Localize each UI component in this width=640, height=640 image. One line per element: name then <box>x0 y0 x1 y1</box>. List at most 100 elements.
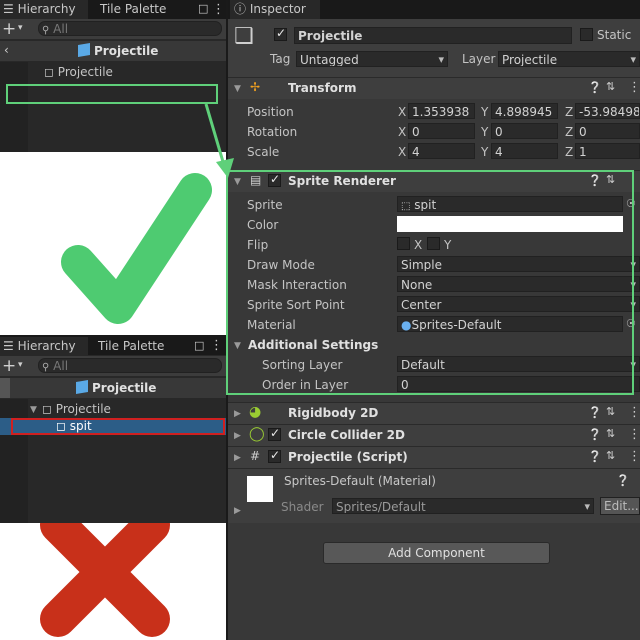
cube-icon: ◻ <box>42 402 52 416</box>
static-label: Static <box>597 28 632 42</box>
script-icon: # <box>250 449 261 463</box>
circle-collider-enabled-checkbox[interactable] <box>268 426 281 441</box>
search-input[interactable]: ⚲ All <box>38 21 222 36</box>
cube-icon: ◻ <box>44 65 54 79</box>
foldout-arrow-icon[interactable]: ▶ <box>234 453 241 463</box>
foldout-arrow-icon[interactable]: ▶ <box>234 409 241 419</box>
rotation-z-field[interactable]: 0 <box>575 123 640 139</box>
help-icon[interactable]: ❔ <box>588 81 602 94</box>
foldout-arrow-icon[interactable]: ▼ <box>30 405 37 415</box>
hierarchy-panel-top: ☰ Hierarchy Tile Palette ⋮ □ + ▾ ⚲ All ‹… <box>0 0 226 152</box>
lock-icon[interactable]: □ <box>194 339 204 352</box>
material-title: Sprites-Default (Material) <box>284 474 436 488</box>
chevron-down-icon[interactable]: ▾ <box>18 23 23 33</box>
more-icon[interactable]: ⋮ <box>628 449 640 464</box>
check-area <box>0 152 226 335</box>
cube-icon: ❑ <box>234 24 254 49</box>
list-icon: ☰ <box>3 339 14 353</box>
tab-inspector[interactable]: ⓘ Inspector <box>230 0 320 19</box>
info-icon: ⓘ <box>234 2 247 16</box>
axis-x-label[interactable]: X <box>398 125 406 139</box>
preset-icon[interactable]: ⇅ <box>606 405 615 418</box>
scene-title: Projectile <box>94 44 159 58</box>
axis-x-label[interactable]: X <box>398 145 406 159</box>
object-name-field[interactable]: Projectile <box>294 27 572 44</box>
position-y-field[interactable]: 4.898945 <box>491 103 558 119</box>
tab-tile-palette[interactable]: Tile Palette <box>98 337 164 356</box>
axis-z-label[interactable]: Z <box>565 105 573 119</box>
rotation-label: Rotation <box>247 125 298 139</box>
check-icon <box>61 173 212 324</box>
search-input[interactable]: ⚲ All <box>38 358 222 373</box>
scale-x-field[interactable]: 4 <box>408 143 475 159</box>
help-icon[interactable]: ❔ <box>588 450 602 463</box>
axis-y-label[interactable]: Y <box>481 105 488 119</box>
static-checkbox[interactable] <box>580 28 593 41</box>
axis-z-label[interactable]: Z <box>565 125 573 139</box>
cross-area <box>0 523 226 640</box>
list-item[interactable]: ◻ Projectile <box>44 65 113 79</box>
rigidbody-icon: ◕ <box>249 404 262 420</box>
cross-icon <box>40 523 170 637</box>
chevron-down-icon[interactable]: ▾ <box>18 360 23 370</box>
foldout-arrow-icon[interactable]: ▼ <box>234 84 241 94</box>
shader-edit-button[interactable]: Edit... <box>600 497 640 515</box>
hierarchy-gutter <box>0 62 28 152</box>
material-preview <box>247 476 273 502</box>
add-icon[interactable]: + <box>2 19 16 39</box>
list-item[interactable]: ◻ Projectile <box>42 402 111 416</box>
highlight-box-green <box>226 170 634 395</box>
axis-y-label[interactable]: Y <box>481 125 488 139</box>
scale-y-field[interactable]: 4 <box>491 143 558 159</box>
prefab-icon <box>76 379 88 395</box>
add-component-button[interactable]: Add Component <box>323 542 550 564</box>
tab-hierarchy[interactable]: ☰ Hierarchy <box>0 0 88 19</box>
back-icon[interactable]: ‹ <box>4 43 9 57</box>
tab-tile-palette[interactable]: Tile Palette <box>100 0 166 19</box>
axis-x-label[interactable]: X <box>398 105 406 119</box>
help-icon[interactable]: ❔ <box>588 428 602 441</box>
position-x-field[interactable]: 1.353938 <box>408 103 475 119</box>
scale-label: Scale <box>247 145 280 159</box>
tag-dropdown[interactable]: Untagged <box>296 51 448 67</box>
more-icon[interactable]: ⋮ <box>628 405 640 420</box>
script-enabled-checkbox[interactable] <box>268 448 281 463</box>
more-icon[interactable]: ⋮ <box>212 2 225 17</box>
search-icon: ⚲ <box>42 362 50 373</box>
tab-hierarchy[interactable]: ☰ Hierarchy <box>0 337 88 356</box>
highlight-box-green <box>6 84 218 104</box>
circle-collider-2d-title: Circle Collider 2D <box>288 428 405 442</box>
back-button[interactable] <box>0 378 10 398</box>
layer-dropdown[interactable]: Projectile <box>498 51 640 67</box>
axis-y-label[interactable]: Y <box>481 145 488 159</box>
circle-collider-icon: ◯ <box>249 426 265 442</box>
position-z-field[interactable]: -53.98498 <box>575 103 640 119</box>
transform-title: Transform <box>288 81 357 95</box>
scale-z-field[interactable]: 1 <box>575 143 640 159</box>
more-icon[interactable]: ⋮ <box>628 427 640 442</box>
rotation-x-field[interactable]: 0 <box>408 123 475 139</box>
position-label: Position <box>247 105 294 119</box>
active-checkbox[interactable] <box>274 26 287 41</box>
highlight-box-red <box>11 418 225 435</box>
preset-icon[interactable]: ⇅ <box>606 80 615 93</box>
add-icon[interactable]: + <box>2 356 16 376</box>
preset-icon[interactable]: ⇅ <box>606 449 615 462</box>
shader-dropdown[interactable]: Sprites/Default <box>332 498 594 514</box>
list-icon: ☰ <box>3 2 14 16</box>
help-icon[interactable]: ❔ <box>616 474 630 487</box>
foldout-arrow-icon[interactable]: ▶ <box>234 431 241 441</box>
rotation-y-field[interactable]: 0 <box>491 123 558 139</box>
lock-icon[interactable]: □ <box>198 2 208 15</box>
shader-label: Shader <box>281 500 324 514</box>
more-icon[interactable]: ⋮ <box>628 80 640 95</box>
projectile-script-title: Projectile (Script) <box>288 450 408 464</box>
help-icon[interactable]: ❔ <box>588 406 602 419</box>
preset-icon[interactable]: ⇅ <box>606 427 615 440</box>
foldout-arrow-icon[interactable]: ▶ <box>234 506 241 516</box>
tag-label: Tag <box>270 52 291 66</box>
scene-title: Projectile <box>92 381 157 395</box>
axis-z-label[interactable]: Z <box>565 145 573 159</box>
more-icon[interactable]: ⋮ <box>210 338 223 353</box>
search-icon: ⚲ <box>42 25 50 36</box>
